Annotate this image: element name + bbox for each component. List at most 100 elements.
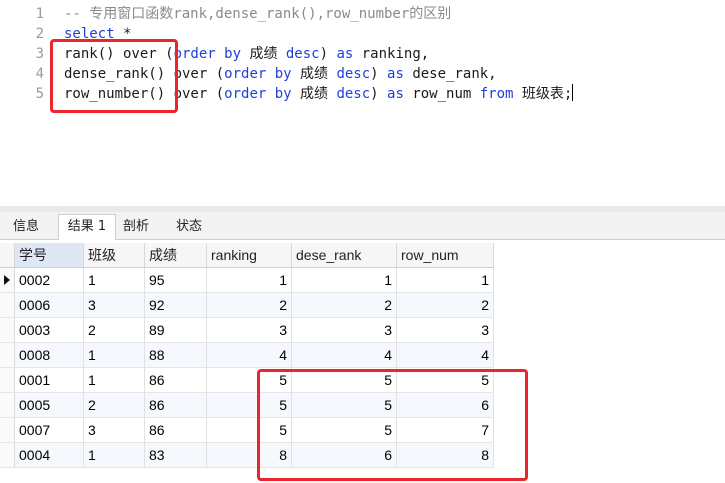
table-cell[interactable]: 2 (83, 392, 145, 418)
table-cell[interactable]: 6 (291, 442, 397, 468)
table-cell[interactable]: 2 (396, 292, 494, 318)
grid-header-row: 学号 班级 成绩 ranking dese_rank row_num (0, 243, 494, 268)
column-header[interactable]: row_num (396, 243, 494, 268)
code-line: rank() over (order by 成绩 desc) as rankin… (64, 44, 429, 64)
table-cell[interactable]: 0002 (14, 267, 84, 293)
row-indicator[interactable] (0, 367, 15, 393)
table-cell[interactable]: 92 (144, 292, 207, 318)
result-grid[interactable]: 学号 班级 成绩 ranking dese_rank row_num 0002 1 95 1 1 1… (0, 243, 494, 468)
result-tabbar: 信息 结果 1 剖析 状态 (0, 212, 725, 240)
table-cell[interactable]: 8 (206, 442, 292, 468)
table-cell[interactable]: 86 (144, 367, 207, 393)
table-cell[interactable]: 3 (83, 417, 145, 443)
sql-text: 成绩 (291, 86, 337, 102)
table-cell[interactable]: 0005 (14, 392, 84, 418)
table-cell[interactable]: 0004 (14, 442, 84, 468)
tab-status[interactable]: 状态 (166, 215, 212, 238)
row-indicator[interactable] (0, 267, 15, 293)
table-cell[interactable]: 3 (291, 317, 397, 343)
table-cell[interactable]: 88 (144, 342, 207, 368)
tab-profile[interactable]: 剖析 (114, 215, 158, 238)
table-cell[interactable]: 1 (83, 342, 145, 368)
line-number: 2 (35, 26, 44, 42)
table-cell[interactable]: 95 (144, 267, 207, 293)
sql-keyword: from (479, 86, 514, 102)
table-row[interactable]: 0005 2 86 5 5 6 (0, 392, 494, 418)
table-cell[interactable]: 1 (83, 442, 145, 468)
line-number-gutter: 1 2 3 4 5 (0, 0, 50, 206)
table-row[interactable]: 0008 1 88 4 4 4 (0, 342, 494, 368)
table-cell[interactable]: 1 (291, 267, 397, 293)
table-cell[interactable]: 0006 (14, 292, 84, 318)
tab-result-1[interactable]: 结果 1 (58, 214, 116, 240)
code-line: dense_rank() over (order by 成绩 desc) as … (64, 64, 497, 84)
table-row[interactable]: 0003 2 89 3 3 3 (0, 317, 494, 343)
table-cell[interactable]: 3 (83, 292, 145, 318)
table-cell[interactable]: 3 (206, 317, 292, 343)
table-cell[interactable]: 0008 (14, 342, 84, 368)
table-cell[interactable]: 4 (206, 342, 292, 368)
row-indicator[interactable] (0, 442, 15, 468)
column-header[interactable]: 成绩 (144, 243, 207, 268)
table-cell[interactable]: 4 (396, 342, 494, 368)
table-cell[interactable]: 4 (291, 342, 397, 368)
line-number: 5 (35, 86, 44, 102)
table-cell[interactable]: 83 (144, 442, 207, 468)
sql-comment: -- 专用窗口函数rank,dense_rank(),row_number的区别 (64, 6, 452, 22)
row-indicator-header (0, 243, 15, 268)
table-cell[interactable]: 0001 (14, 367, 84, 393)
table-cell[interactable]: 8 (396, 442, 494, 468)
table-cell[interactable]: 1 (206, 267, 292, 293)
line-number: 3 (35, 46, 44, 62)
table-cell[interactable]: 0007 (14, 417, 84, 443)
column-header[interactable]: 班级 (83, 243, 145, 268)
table-cell[interactable]: 1 (83, 367, 145, 393)
row-indicator[interactable] (0, 292, 15, 318)
sql-text: dese_rank, (403, 66, 497, 82)
row-indicator[interactable] (0, 417, 15, 443)
sql-text: 成绩 (291, 66, 337, 82)
table-cell[interactable]: 0003 (14, 317, 84, 343)
table-row[interactable]: 0001 1 86 5 5 5 (0, 367, 494, 393)
table-cell[interactable]: 5 (206, 367, 292, 393)
table-cell[interactable]: 5 (291, 417, 397, 443)
sql-keyword: order by (224, 86, 292, 102)
sql-editor[interactable]: 1 2 3 4 5 -- 专用窗口函数rank,dense_rank(),row_num… (0, 0, 725, 206)
sql-keyword: as (387, 86, 404, 102)
table-cell[interactable]: 3 (396, 317, 494, 343)
column-header[interactable]: ranking (206, 243, 292, 268)
table-cell[interactable]: 86 (144, 417, 207, 443)
table-cell[interactable]: 5 (396, 367, 494, 393)
table-cell[interactable]: 5 (206, 417, 292, 443)
table-row[interactable]: 0007 3 86 5 5 7 (0, 417, 494, 443)
column-header[interactable]: dese_rank (291, 243, 397, 268)
table-cell[interactable]: 86 (144, 392, 207, 418)
table-row[interactable]: 0004 1 83 8 6 8 (0, 442, 494, 468)
table-row[interactable]: 0006 3 92 2 2 2 (0, 292, 494, 318)
table-row[interactable]: 0002 1 95 1 1 1 (0, 267, 494, 293)
column-header[interactable]: 学号 (14, 243, 84, 268)
table-cell[interactable]: 2 (291, 292, 397, 318)
row-indicator[interactable] (0, 317, 15, 343)
row-indicator[interactable] (0, 392, 15, 418)
line-number: 1 (35, 6, 44, 22)
table-cell[interactable]: 89 (144, 317, 207, 343)
sql-text: rank() over ( (64, 46, 174, 62)
current-row-arrow-icon (4, 275, 10, 285)
tab-info[interactable]: 信息 (4, 215, 48, 238)
sql-keyword: as (387, 66, 404, 82)
sql-text: ) (370, 66, 388, 82)
table-cell[interactable]: 5 (206, 392, 292, 418)
table-cell[interactable]: 1 (83, 267, 145, 293)
table-cell[interactable]: 2 (206, 292, 292, 318)
table-cell[interactable]: 2 (83, 317, 145, 343)
table-cell[interactable]: 5 (291, 367, 397, 393)
code-line: row_number() over (order by 成绩 desc) as … (64, 84, 574, 104)
sql-keyword: order by (173, 46, 242, 62)
table-cell[interactable]: 6 (396, 392, 494, 418)
table-cell[interactable]: 5 (291, 392, 397, 418)
code-line: -- 专用窗口函数rank,dense_rank(),row_number的区别 (64, 4, 451, 24)
table-cell[interactable]: 1 (396, 267, 494, 293)
row-indicator[interactable] (0, 342, 15, 368)
table-cell[interactable]: 7 (396, 417, 494, 443)
